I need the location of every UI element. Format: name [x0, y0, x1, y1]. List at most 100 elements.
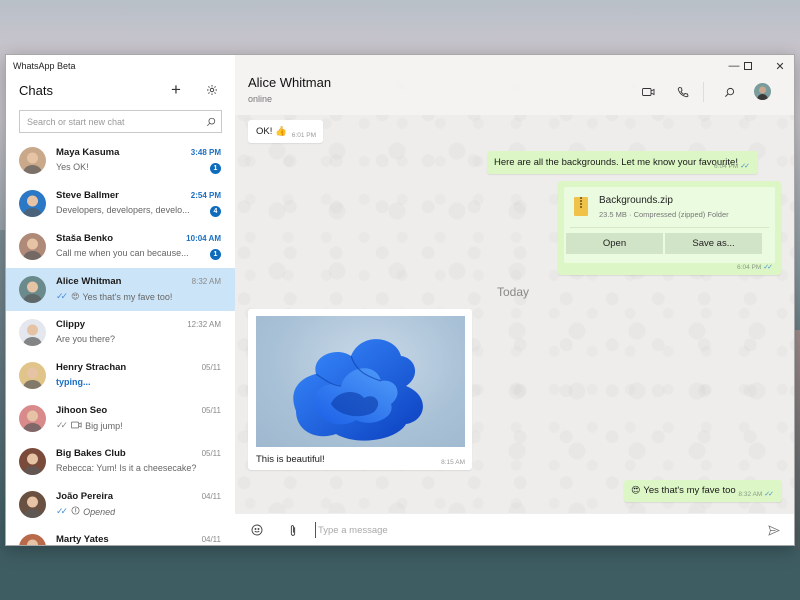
double-check-icon: ✓✓	[56, 506, 65, 517]
chat-list-item[interactable]: Jihoon Seo05/11✓✓Big jump!	[6, 397, 235, 440]
chat-preview: Are you there?	[56, 334, 115, 344]
file-message: Backgrounds.zip 23.5 MB · Compressed (zi…	[558, 181, 781, 275]
sidebar: WhatsApp Beta Chats + Maya Kasuma3:48 PM…	[6, 55, 235, 545]
divider	[570, 227, 769, 228]
message-text: OK! 👍	[256, 126, 287, 137]
chat-name: Alice Whitman	[56, 276, 121, 287]
unread-badge: 1	[210, 163, 221, 174]
chat-name: Marty Yates	[56, 534, 109, 545]
chat-time: 04/11	[202, 492, 221, 501]
search-icon	[724, 87, 735, 98]
settings-button[interactable]	[203, 81, 221, 99]
chat-list-item[interactable]: Big Bakes Club05/11Rebecca: Yum! Is it a…	[6, 440, 235, 483]
video-call-icon	[642, 87, 655, 97]
chat-list-item[interactable]: Marty Yates04/11	[6, 526, 235, 546]
send-icon	[768, 525, 780, 536]
search-messages-button[interactable]	[720, 83, 738, 101]
attach-button[interactable]	[284, 521, 302, 539]
maximize-icon	[744, 62, 752, 70]
emoji-icon	[251, 524, 263, 536]
message-time: 6:01 PM	[292, 132, 316, 139]
conversation-pane: Alice Whitman online — ✕ OK! 👍	[235, 55, 795, 545]
view-once-icon	[71, 506, 80, 517]
chat-name: Henry Strachan	[56, 362, 126, 373]
gear-icon	[206, 84, 218, 96]
zip-folder-icon	[574, 197, 588, 216]
message-text: Here are all the backgrounds. Let me kno…	[494, 157, 738, 168]
chat-list-item[interactable]: Henry Strachan 05/11 typing...	[6, 354, 235, 397]
message-incoming[interactable]: OK! 👍 6:01 PM	[248, 120, 323, 143]
chat-preview: Call me when you can because...	[56, 248, 189, 258]
chat-preview: Developers, developers, develo...	[56, 205, 190, 215]
double-check-icon: ✓✓	[740, 162, 748, 170]
message-meta: 6:04 PM✓✓	[737, 263, 774, 271]
chat-preview: Yes OK!	[56, 162, 89, 172]
video-call-button[interactable]	[639, 83, 657, 101]
chat-time: 3:48 PM	[191, 148, 221, 157]
video-icon	[71, 421, 82, 431]
chats-heading: Chats	[19, 83, 53, 98]
message-text: Yes that's my fave too	[643, 485, 735, 496]
chat-list-item[interactable]: Staša Benko10:04 AMCall me when you can …	[6, 225, 235, 268]
paperclip-icon	[289, 524, 297, 537]
new-chat-button[interactable]: +	[167, 81, 185, 99]
chat-list-item[interactable]: Steve Ballmer 2:54 PMDevelopers, develope…	[6, 182, 235, 225]
chat-name: Staša Benko	[56, 233, 113, 244]
unread-badge: 4	[210, 206, 221, 217]
header-divider	[703, 82, 704, 102]
chat-preview: ✓✓😍Yes that's my fave too!	[56, 291, 172, 302]
image-message: This is beautiful! 8:15 AM	[248, 309, 472, 470]
chat-preview: Rebecca: Yum! Is it a cheesecake?	[56, 463, 196, 473]
chat-time: 2:54 PM	[191, 191, 221, 200]
chat-time: 8:32 AM	[192, 277, 221, 286]
avatar	[19, 233, 46, 260]
chat-list-item[interactable]: João Pereira 04/11 ✓✓ Opened	[6, 483, 235, 526]
chat-list-item[interactable]: Maya Kasuma3:48 PMYes OK!1	[6, 139, 235, 182]
app-title: WhatsApp Beta	[13, 61, 76, 71]
chat-preview-text: Big jump!	[85, 421, 123, 431]
chat-name: João Pereira	[56, 491, 113, 502]
open-file-button[interactable]: Open	[566, 233, 663, 254]
message-meta: 8:32 AM✓✓	[738, 490, 775, 498]
avatar	[19, 534, 46, 546]
double-check-icon: ✓✓	[763, 263, 771, 271]
chat-preview-text: Yes OK!	[56, 162, 89, 172]
chat-time: 05/11	[202, 363, 221, 372]
double-check-icon: ✓✓	[56, 291, 65, 302]
contact-status: online	[248, 94, 272, 104]
chat-list-item[interactable]: Clippy12:32 AMAre you there?	[6, 311, 235, 354]
save-as-button[interactable]: Save as...	[665, 233, 762, 254]
avatar	[19, 405, 46, 432]
search-icon[interactable]	[201, 112, 221, 132]
send-button[interactable]	[765, 521, 783, 539]
avatar	[19, 147, 46, 174]
message-composer	[235, 513, 795, 545]
avatar	[19, 491, 46, 518]
chat-name: Steve Ballmer	[56, 190, 119, 201]
close-button[interactable]: ✕	[765, 57, 795, 75]
chat-preview-text: Call me when you can because...	[56, 248, 189, 258]
search-box	[19, 110, 222, 133]
shared-image[interactable]	[256, 316, 465, 447]
chat-preview: ✓✓ Opened	[56, 506, 115, 517]
plus-icon: +	[171, 80, 181, 100]
contact-avatar[interactable]	[754, 83, 771, 100]
message-outgoing[interactable]: Here are all the backgrounds. Let me kno…	[487, 151, 758, 174]
file-name: Backgrounds.zip	[599, 195, 673, 206]
chat-preview-text: typing...	[56, 377, 91, 387]
file-attachment: Backgrounds.zip 23.5 MB · Compressed (zi…	[564, 187, 775, 263]
chat-time: 12:32 AM	[187, 320, 221, 329]
chat-time: 05/11	[202, 406, 221, 415]
contact-name[interactable]: Alice Whitman	[248, 75, 331, 90]
message-outgoing[interactable]: 😍 Yes that's my fave too 8:32 AM✓✓	[624, 480, 782, 502]
emoji-button[interactable]	[248, 521, 266, 539]
maximize-button[interactable]	[733, 57, 763, 75]
day-separator: Today	[497, 285, 529, 299]
chat-list-item[interactable]: Alice Whitman 8:32 AM ✓✓😍Yes that's my fav…	[6, 268, 235, 311]
chat-preview-text: Opened	[83, 507, 115, 517]
voice-call-button[interactable]	[674, 83, 692, 101]
message-input[interactable]	[315, 522, 715, 538]
chat-preview-text: Developers, developers, develo...	[56, 205, 190, 215]
unread-badge: 1	[210, 249, 221, 260]
search-input[interactable]	[20, 117, 201, 127]
